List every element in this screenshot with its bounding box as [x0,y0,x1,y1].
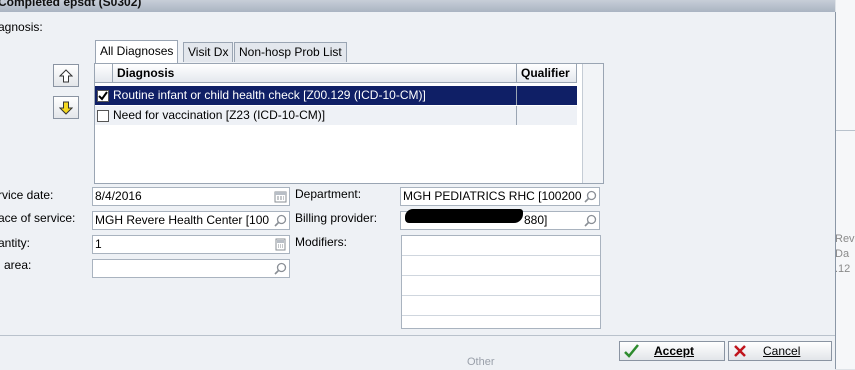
move-up-button[interactable] [53,64,79,87]
area-field[interactable] [92,259,290,278]
search-icon[interactable] [274,262,287,275]
grid-header-diagnosis[interactable]: Diagnosis [113,64,517,83]
billing-provider-label: Billing provider: [295,211,378,225]
search-icon[interactable] [584,214,597,227]
background-panel [836,0,855,369]
table-row[interactable]: Need for vaccination [Z23 (ICD-10-CM)] [95,106,577,125]
accept-label: Accept [654,344,695,358]
list-item[interactable] [402,256,600,276]
list-item[interactable] [402,276,600,296]
row-qualifier[interactable] [516,106,578,125]
dialog-title-bar[interactable]: Completed epsdt (S0302) [0,0,835,12]
place-of-service-value: MGH Revere Health Center [100 [95,213,270,227]
diagnosis-label: agnosis: [0,20,43,34]
modifiers-list[interactable] [401,235,601,329]
diagnosis-grid: Diagnosis Qualifier Routine infant or ch… [94,63,604,184]
service-date-field[interactable]: 8/4/2016 [92,187,290,206]
quantity-label: antity: [0,236,31,250]
background-other-link: Other [467,356,495,368]
background-text-2: Da [835,248,850,260]
calendar-icon[interactable] [274,190,287,203]
list-item[interactable] [402,296,600,316]
area-label: l area: [0,258,32,272]
list-item[interactable] [402,236,600,256]
row-diagnosis: Need for vaccination [Z23 (ICD-10-CM)] [113,108,326,122]
arrow-down-icon [59,101,73,115]
move-down-button[interactable] [53,96,79,119]
accept-button[interactable]: Accept [619,341,725,361]
tab-all-diagnoses[interactable]: All Diagnoses [95,40,179,63]
department-field[interactable]: MGH PEDIATRICS RHC [100200 [400,187,600,206]
department-value: MGH PEDIATRICS RHC [100200 [403,189,582,203]
row-checkbox[interactable] [97,110,109,122]
checkmark-icon [98,91,108,101]
grid-header-qualifier[interactable]: Qualifier [517,64,577,83]
search-icon[interactable] [274,214,287,227]
tab-non-hosp-prob-list[interactable]: Non-hosp Prob List [234,42,347,62]
dialog-title: Completed epsdt (S0302) [0,0,142,9]
cancel-button[interactable]: Cancel [728,341,832,361]
arrow-up-icon [59,68,73,82]
background-text-3: .12 [835,263,851,275]
close-icon [734,345,746,357]
row-checkbox[interactable] [97,90,109,102]
modifiers-label: Modifiers: [295,235,348,249]
row-diagnosis: Routine infant or child health check [Z0… [113,88,426,102]
service-date-value: 8/4/2016 [95,189,142,203]
background-divider [836,130,855,131]
place-of-service-label: ace of service: [0,211,76,225]
search-icon[interactable] [584,190,597,203]
place-of-service-field[interactable]: MGH Revere Health Center [100 [92,211,290,230]
checkmark-icon [624,344,639,358]
tab-visit-dx[interactable]: Visit Dx [183,42,234,62]
service-date-label: rvice date: [0,188,54,202]
billing-provider-value: 880] [524,213,548,227]
department-label: Department: [295,187,362,201]
table-row[interactable]: Routine infant or child health check [Z0… [95,86,577,105]
grid-scrollbar[interactable] [582,64,603,183]
row-qualifier[interactable] [516,86,578,105]
quantity-value: 1 [95,237,102,251]
cancel-label: Cancel [763,344,801,358]
quantity-field[interactable]: 1 [92,235,290,254]
background-text-1: Reve [835,233,855,245]
grid-checkbox-column-header [95,64,113,83]
calculator-icon[interactable] [274,238,287,251]
redaction-scribble [405,209,523,223]
